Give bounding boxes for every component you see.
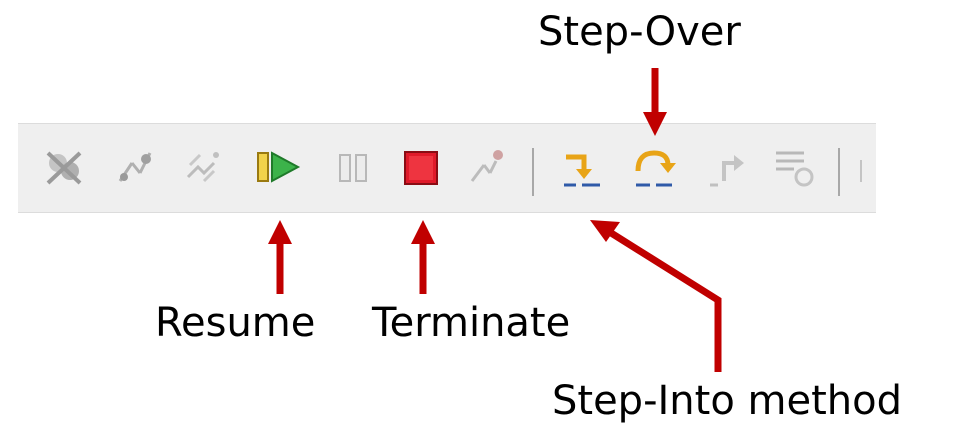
step-into-caption: Step-Into method [552,378,902,424]
resume-annotation-arrow [268,220,292,294]
step-over-caption: Step-Over [538,9,741,55]
resume-caption: Resume [155,300,316,346]
step-over-annotation-arrow [643,68,667,136]
annotation-arrows [268,68,722,372]
step-into-annotation-arrow [590,220,722,372]
terminate-caption: Terminate [372,300,571,346]
terminate-annotation-arrow [411,220,435,294]
